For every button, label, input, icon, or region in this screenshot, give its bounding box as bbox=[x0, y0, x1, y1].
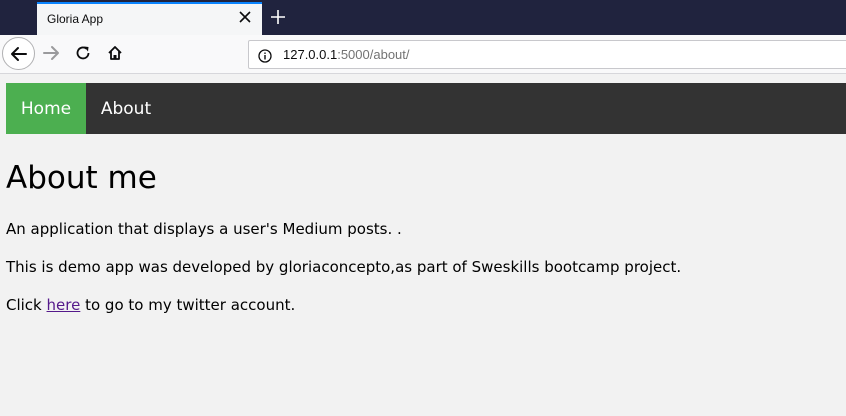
tab-title: Gloria App bbox=[47, 12, 104, 26]
url-host: 127.0.0.1 bbox=[283, 47, 338, 62]
page-viewport: Home About About me An application that … bbox=[0, 75, 846, 416]
arrow-right-icon[interactable] bbox=[39, 41, 63, 65]
twitter-text-after: to go to my twitter account. bbox=[80, 296, 296, 314]
url-path: :5000/about/ bbox=[337, 47, 410, 62]
nav-link-about[interactable]: About bbox=[86, 83, 166, 134]
url-text[interactable]: 127.0.0.1:5000/about/ bbox=[283, 47, 410, 62]
main-content: About me An application that displays a … bbox=[6, 157, 836, 330]
intro-paragraph: An application that displays a user's Me… bbox=[6, 220, 402, 238]
browser-toolbar: 127.0.0.1:5000/about/ bbox=[0, 35, 846, 74]
twitter-link[interactable]: here bbox=[47, 296, 81, 314]
site-navbar: Home About bbox=[6, 83, 846, 134]
url-bar[interactable]: 127.0.0.1:5000/about/ bbox=[248, 40, 846, 69]
home-icon[interactable] bbox=[103, 41, 127, 65]
page-title: About me bbox=[6, 160, 157, 196]
twitter-paragraph: Click here to go to my twitter account. bbox=[6, 292, 836, 330]
info-icon[interactable] bbox=[258, 48, 272, 63]
tab-strip: Gloria App bbox=[0, 0, 846, 35]
nav-link-home[interactable]: Home bbox=[6, 83, 86, 134]
reload-icon[interactable] bbox=[71, 41, 95, 65]
close-icon[interactable] bbox=[236, 8, 254, 26]
plus-icon[interactable] bbox=[268, 7, 288, 27]
browser-tab-active[interactable]: Gloria App bbox=[37, 2, 262, 35]
twitter-text-before: Click bbox=[6, 296, 47, 314]
developer-paragraph: This is demo app was developed by gloria… bbox=[6, 258, 682, 276]
arrow-left-icon[interactable] bbox=[2, 37, 35, 70]
